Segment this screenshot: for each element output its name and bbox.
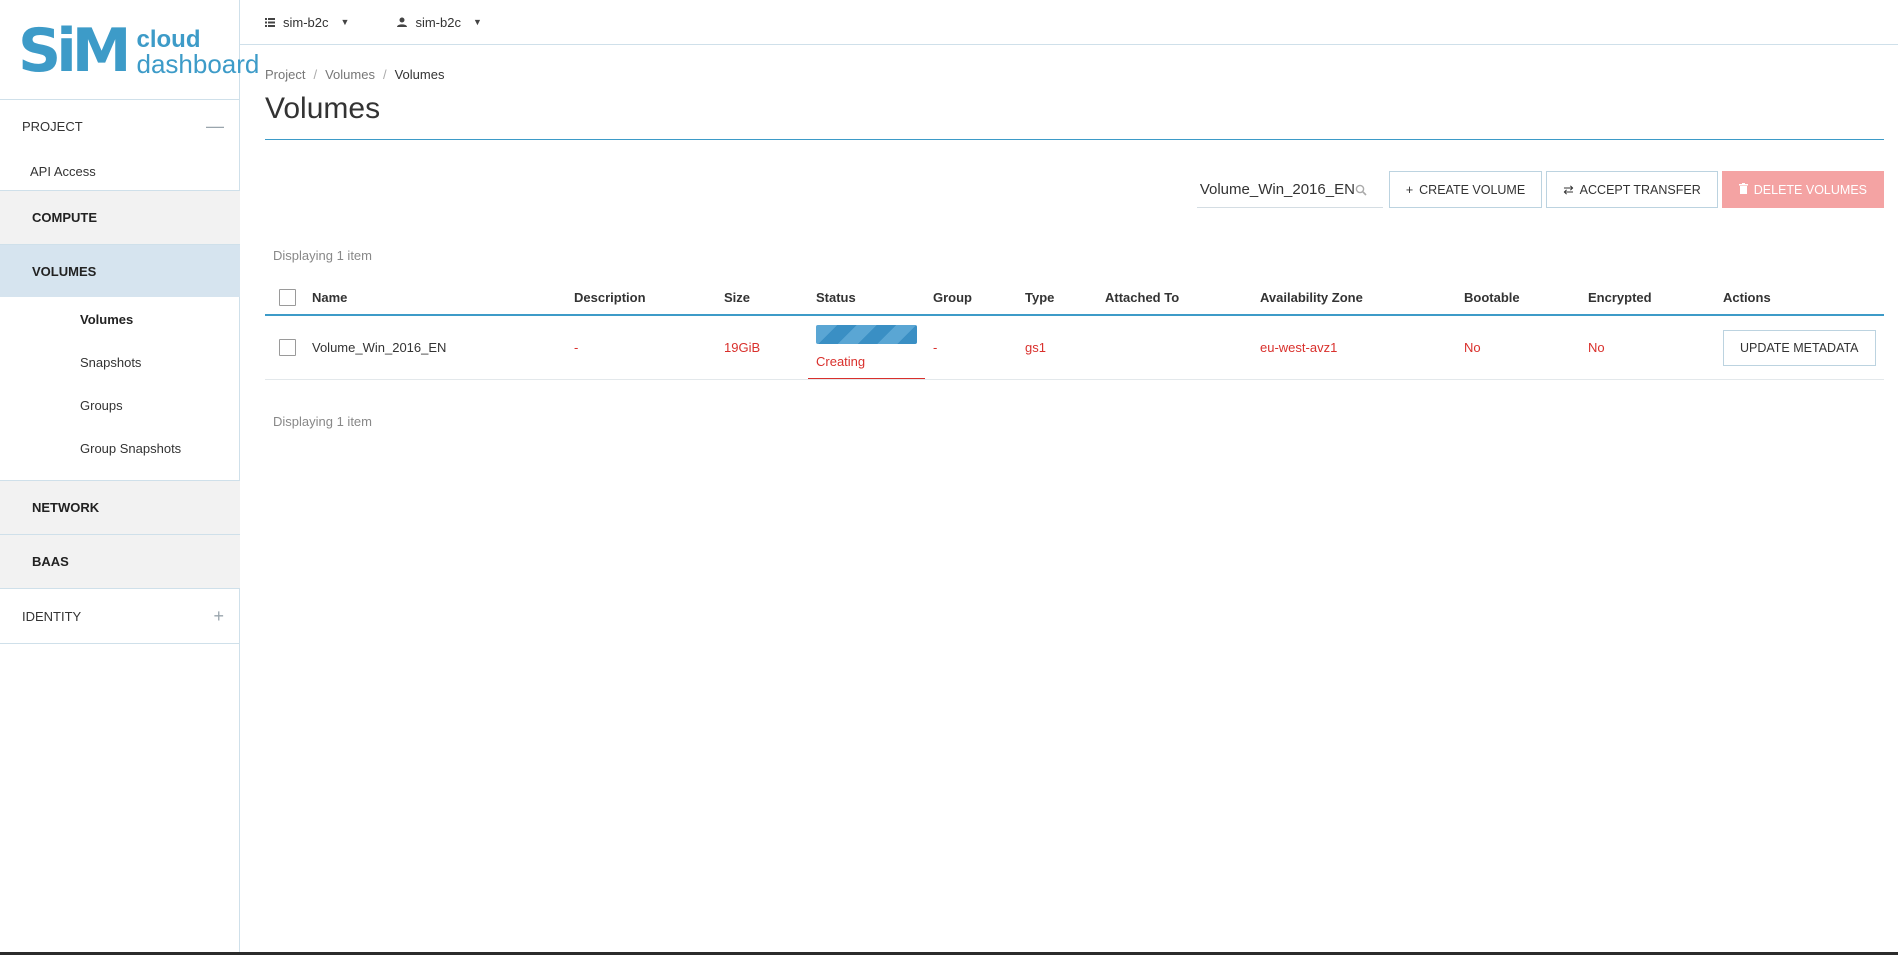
title-divider [265, 139, 1884, 140]
project-selector[interactable]: sim-b2c ▼ [265, 15, 349, 30]
breadcrumb-item-volumes[interactable]: Volumes [325, 67, 375, 82]
caret-down-icon: ▼ [340, 17, 350, 27]
cell-type: gs1 [1025, 340, 1046, 355]
breadcrumb: Project / Volumes / Volumes [265, 67, 444, 82]
delete-volumes-label: DELETE VOLUMES [1753, 182, 1867, 197]
cell-encrypted: No [1588, 340, 1605, 355]
list-icon [265, 17, 275, 27]
update-metadata-button[interactable]: UPDATE METADATA [1723, 329, 1876, 366]
sidebar-item-label: COMPUTE [32, 210, 97, 225]
sidebar-subitem-groups[interactable]: Groups [80, 398, 123, 413]
cell-size: 19GiB [724, 340, 761, 355]
cell-availability-zone: eu-west-avz1 [1260, 340, 1338, 355]
sidebar-item-api-access[interactable]: API Access [0, 153, 240, 190]
plus-icon: + [1405, 182, 1414, 197]
sidebar-item-volumes[interactable]: VOLUMES [0, 244, 240, 297]
app-root: SiM cloud dashboard PROJECT — API Access… [0, 0, 1898, 955]
table-actions: + CREATE VOLUME ⇄ ACCEPT TRANSFER DELETE… [1196, 171, 1884, 208]
collapse-icon[interactable]: — [206, 116, 224, 137]
column-header-bootable[interactable]: Bootable [1464, 280, 1520, 314]
user-selector[interactable]: sim-b2c ▼ [397, 14, 482, 30]
filter-field [1196, 171, 1383, 208]
cell-status: Creating [808, 316, 925, 379]
table-header: Name Description Size Status Group Type … [265, 280, 1884, 316]
sidebar-subitem-snapshots[interactable]: Snapshots [80, 355, 141, 370]
project-selector-label: sim-b2c [283, 14, 329, 30]
column-header-description[interactable]: Description [574, 280, 646, 314]
expand-icon[interactable]: + [213, 606, 224, 627]
create-volume-label: CREATE VOLUME [1419, 182, 1526, 197]
status-text: Creating [816, 354, 866, 369]
sidebar-project-header[interactable]: PROJECT — [0, 99, 240, 153]
cell-bootable: No [1464, 340, 1481, 355]
column-header-group[interactable]: Group [933, 280, 972, 314]
breadcrumb-item-project[interactable]: Project [265, 67, 305, 82]
sidebar: SiM cloud dashboard PROJECT — API Access… [0, 0, 259, 955]
logo-line-dashboard: dashboard [136, 49, 260, 79]
breadcrumb-separator: / [382, 67, 387, 82]
sidebar-item-network[interactable]: NETWORK [0, 480, 240, 534]
sidebar-item-label: VOLUMES [32, 263, 97, 279]
column-header-status[interactable]: Status [816, 280, 856, 314]
search-icon [1355, 183, 1367, 201]
column-header-actions: Actions [1723, 289, 1771, 305]
exchange-icon: ⇄ [1563, 183, 1574, 197]
user-icon [397, 17, 408, 27]
sidebar-item-label: BAAS [32, 554, 69, 569]
column-header-type[interactable]: Type [1025, 280, 1054, 314]
sidebar-identity-header[interactable]: IDENTITY + [0, 588, 240, 644]
accept-transfer-label: ACCEPT TRANSFER [1579, 182, 1701, 197]
top-bar: sim-b2c ▼ sim-b2c ▼ [240, 0, 1898, 45]
select-all-cell [279, 280, 296, 314]
logo[interactable]: SiM cloud dashboard [18, 16, 259, 86]
accept-transfer-button[interactable]: ⇄ ACCEPT TRANSFER [1546, 171, 1718, 208]
column-header-name[interactable]: Name [312, 280, 347, 314]
status-progress-fill [816, 325, 917, 344]
cell-name[interactable]: Volume_Win_2016_EN [312, 316, 446, 379]
create-volume-button[interactable]: + CREATE VOLUME [1388, 171, 1543, 208]
cell-description: - [574, 340, 579, 355]
sidebar-item-baas[interactable]: BAAS [0, 534, 240, 588]
cell-actions: UPDATE METADATA [1723, 316, 1876, 379]
display-count-bottom: Displaying 1 item [273, 414, 372, 429]
column-header-availability-zone[interactable]: Availability Zone [1260, 280, 1363, 314]
user-selector-label: sim-b2c [415, 14, 461, 30]
column-header-size[interactable]: Size [724, 280, 750, 314]
sidebar-subitem-volumes[interactable]: Volumes [80, 312, 133, 327]
table-row: Volume_Win_2016_EN - 19GiB Creating - gs… [265, 316, 1884, 380]
sidebar-item-compute[interactable]: COMPUTE [0, 190, 240, 244]
breadcrumb-item-current: Volumes [394, 67, 445, 82]
cell-group: - [933, 340, 938, 355]
breadcrumb-separator: / [313, 67, 318, 82]
sidebar-project-label: PROJECT [22, 119, 83, 134]
row-select-cell [279, 316, 296, 379]
display-count-top: Displaying 1 item [273, 248, 372, 263]
page-title: Volumes [265, 92, 381, 125]
sidebar-identity-label: IDENTITY [22, 608, 82, 624]
sidebar-item-label: API Access [30, 164, 96, 179]
column-header-encrypted[interactable]: Encrypted [1588, 280, 1652, 314]
select-all-checkbox[interactable] [279, 288, 296, 306]
logo-mark: SiM [18, 16, 131, 86]
trash-icon [1738, 182, 1748, 197]
row-checkbox[interactable] [279, 339, 296, 356]
column-header-attached-to[interactable]: Attached To [1105, 280, 1179, 314]
caret-down-icon: ▼ [472, 17, 482, 27]
status-progress-bar [816, 325, 917, 344]
delete-volumes-button[interactable]: DELETE VOLUMES [1721, 171, 1884, 208]
sidebar-subitem-group-snapshots[interactable]: Group Snapshots [80, 441, 181, 456]
volumes-table: Name Description Size Status Group Type … [265, 280, 1884, 380]
sidebar-item-label: NETWORK [32, 500, 100, 515]
